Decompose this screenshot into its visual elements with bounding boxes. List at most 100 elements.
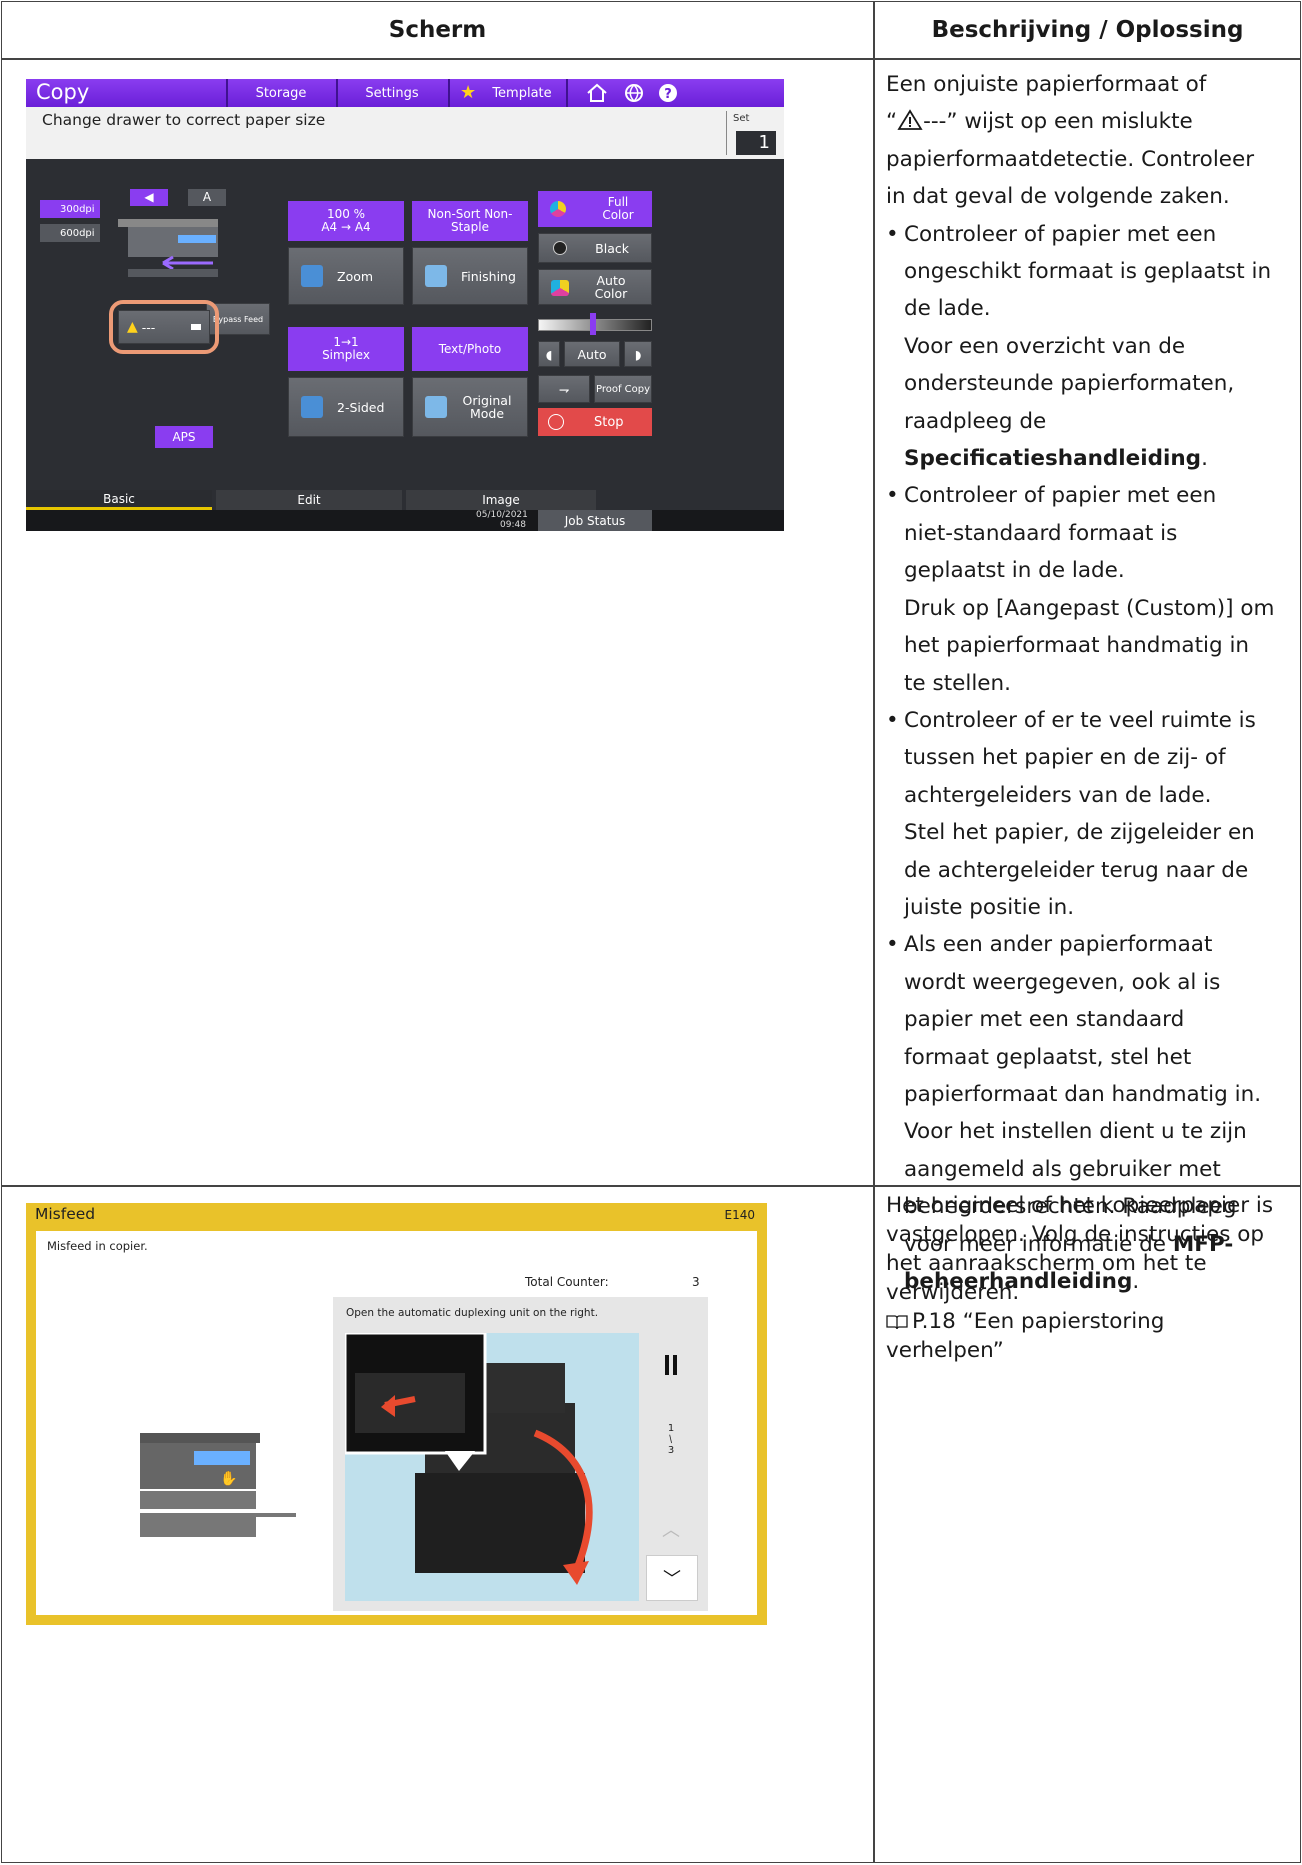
original-status: Text/Photo: [412, 327, 528, 371]
pause-button[interactable]: [644, 1341, 698, 1389]
interrupt-icon: ⇁: [558, 381, 570, 397]
two-sided-icon: [301, 396, 323, 418]
misfeed-message: Misfeed in copier.: [47, 1239, 148, 1253]
status-date: 05/10/2021: [476, 510, 528, 520]
set-value[interactable]: 1: [736, 131, 776, 155]
desc-line: Controleer of papier met een: [904, 483, 1217, 509]
copy-topbar: Copy Storage Settings ★ Template ?: [26, 79, 784, 107]
stop-icon: [548, 414, 564, 430]
auto-color-button[interactable]: Auto Color: [538, 269, 652, 305]
desc-line: ondersteunde papierformaten,: [904, 371, 1235, 397]
original-mode-icon: [425, 396, 447, 418]
desc-line: “ ---” wijst op een mislukte: [886, 103, 1294, 140]
scroll-up-button[interactable]: ︿: [644, 1509, 698, 1549]
home-icon[interactable]: [586, 83, 608, 103]
prev-drawer-button[interactable]: ◀: [130, 189, 168, 206]
interrupt-button[interactable]: ⇁: [538, 375, 590, 403]
desc-line: verwijderen.: [886, 1280, 1020, 1305]
stop-button[interactable]: Stop: [538, 408, 652, 436]
quote-open: “: [886, 109, 898, 135]
desc-line: Controleer of er te veel ruimte is: [904, 707, 1256, 733]
desc-line: Specificatieshandleiding.: [886, 440, 1294, 477]
original-mode-label: Original Mode: [462, 393, 512, 421]
zoom-button[interactable]: Zoom: [288, 247, 404, 305]
desc-line: in dat geval de volgende zaken.: [886, 184, 1230, 210]
desc-line: achtergeleiders van de lade.: [904, 782, 1212, 808]
bullet-3: • Controleer of er te veel ruimte is tus…: [886, 702, 1294, 926]
misfeed-panel: Misfeed in copier. Total Counter: 3 ✋ Op…: [36, 1231, 757, 1615]
warning-icon: ▲: [127, 319, 138, 335]
desc-line: Druk op [Aangepast (Custom)] om: [904, 595, 1275, 621]
density-auto-button[interactable]: Auto: [564, 341, 620, 367]
drawer-1-button[interactable]: ▲ ---: [118, 310, 210, 344]
desc-line: aangemeld als gebruiker met: [904, 1156, 1221, 1182]
desc-line: vastgelopen. Volg de instructies op: [886, 1222, 1265, 1247]
density-darker-button[interactable]: ◗: [624, 341, 652, 367]
desc-line: Controleer of papier met een: [904, 221, 1217, 247]
tab-template[interactable]: Template: [482, 83, 562, 103]
copy-message-bar: Change drawer to correct paper size Set …: [26, 107, 784, 159]
manual-link-specifications: Specificatieshandleiding: [904, 446, 1202, 472]
desc-line: Voor het instellen dient u te zijn: [904, 1119, 1247, 1145]
scroll-down-button[interactable]: ﹀: [646, 1555, 698, 1601]
description-row2: Het origineel of het kopieerpapier is va…: [886, 1191, 1294, 1365]
zoom-icon: [301, 265, 323, 287]
job-status-button[interactable]: Job Status: [538, 510, 652, 531]
drawer-status: ---: [141, 319, 156, 335]
zoom-sizes: A4 → A4: [321, 220, 371, 234]
desc-line: verhelpen”: [886, 1338, 1004, 1363]
tab-storage[interactable]: Storage: [226, 83, 336, 103]
desc-line: ongeschikt formaat is geplaatst in: [904, 259, 1272, 285]
desc-line: geplaatst in de lade.: [904, 558, 1125, 584]
full-color-label: Full Color: [602, 195, 634, 222]
finishing-icon: [425, 265, 447, 287]
guide-photo: [345, 1333, 639, 1601]
book-icon: [886, 1315, 908, 1330]
tab-edit[interactable]: Edit: [216, 490, 402, 510]
resolution-600-button[interactable]: 600dpi: [40, 224, 100, 242]
aps-button[interactable]: APS: [155, 426, 213, 448]
step-indicator: 1 / 3: [644, 1417, 698, 1477]
help-icon[interactable]: ?: [658, 83, 678, 103]
desc-line: Als een ander papierformaat: [904, 932, 1213, 958]
proof-copy-button[interactable]: Proof Copy: [594, 375, 652, 403]
desc-line: wordt weergegeven, ook al is: [904, 969, 1221, 995]
status-time: 09:48: [500, 520, 526, 530]
set-count-box: Set 1: [726, 111, 776, 155]
density-lighter-button[interactable]: ◖: [538, 341, 560, 367]
drawer-a-button[interactable]: A: [188, 189, 226, 206]
black-button[interactable]: Black: [538, 233, 652, 263]
finishing-button[interactable]: Finishing: [412, 247, 528, 305]
density-thumb[interactable]: [590, 313, 596, 335]
guide-instruction: Open the automatic duplexing unit on the…: [346, 1307, 599, 1319]
finishing-status: Non-Sort Non-Staple: [412, 201, 528, 241]
original-mode-button[interactable]: Original Mode: [412, 377, 528, 437]
copy-message: Change drawer to correct paper size: [42, 111, 326, 129]
header-description: Beschrijving / Oplossing: [931, 17, 1244, 43]
tab-image[interactable]: Image: [406, 490, 596, 510]
tab-settings[interactable]: Settings: [336, 83, 448, 103]
reference-text: P.18 “Een papierstoring: [912, 1309, 1165, 1334]
desc-line: papierformaatdetectie. Controleer: [886, 146, 1255, 172]
total-counter-value: 3: [692, 1275, 700, 1289]
globe-icon[interactable]: [624, 83, 644, 103]
chevron-up-icon: ︿: [662, 1520, 680, 1541]
tab-basic[interactable]: Basic: [26, 490, 212, 510]
auto-color-label: Auto Color: [594, 273, 628, 301]
finishing-label: Finishing: [461, 268, 516, 284]
resolution-300-button[interactable]: 300dpi: [40, 200, 100, 218]
document-table: Scherm Beschrijving / Oplossing Copy Sto…: [1, 1, 1301, 1863]
left-arrow-icon: ◀: [144, 190, 154, 204]
svg-text:?: ?: [664, 87, 672, 102]
tab-separator: [448, 79, 450, 107]
header-screen: Scherm: [388, 17, 487, 43]
two-sided-button[interactable]: 2-Sided: [288, 377, 404, 437]
warning-triangle-icon: [897, 109, 923, 131]
full-color-button[interactable]: Full Color: [538, 191, 652, 227]
half-moon-right-icon: ◗: [634, 346, 642, 362]
guide-panel: Open the automatic duplexing unit on the…: [333, 1297, 708, 1611]
black-label: Black: [595, 240, 629, 256]
copy-app-title: Copy: [36, 80, 90, 104]
bullet-dot: •: [886, 932, 899, 958]
reference-link[interactable]: P.18 “Een papierstoring: [886, 1307, 1294, 1336]
